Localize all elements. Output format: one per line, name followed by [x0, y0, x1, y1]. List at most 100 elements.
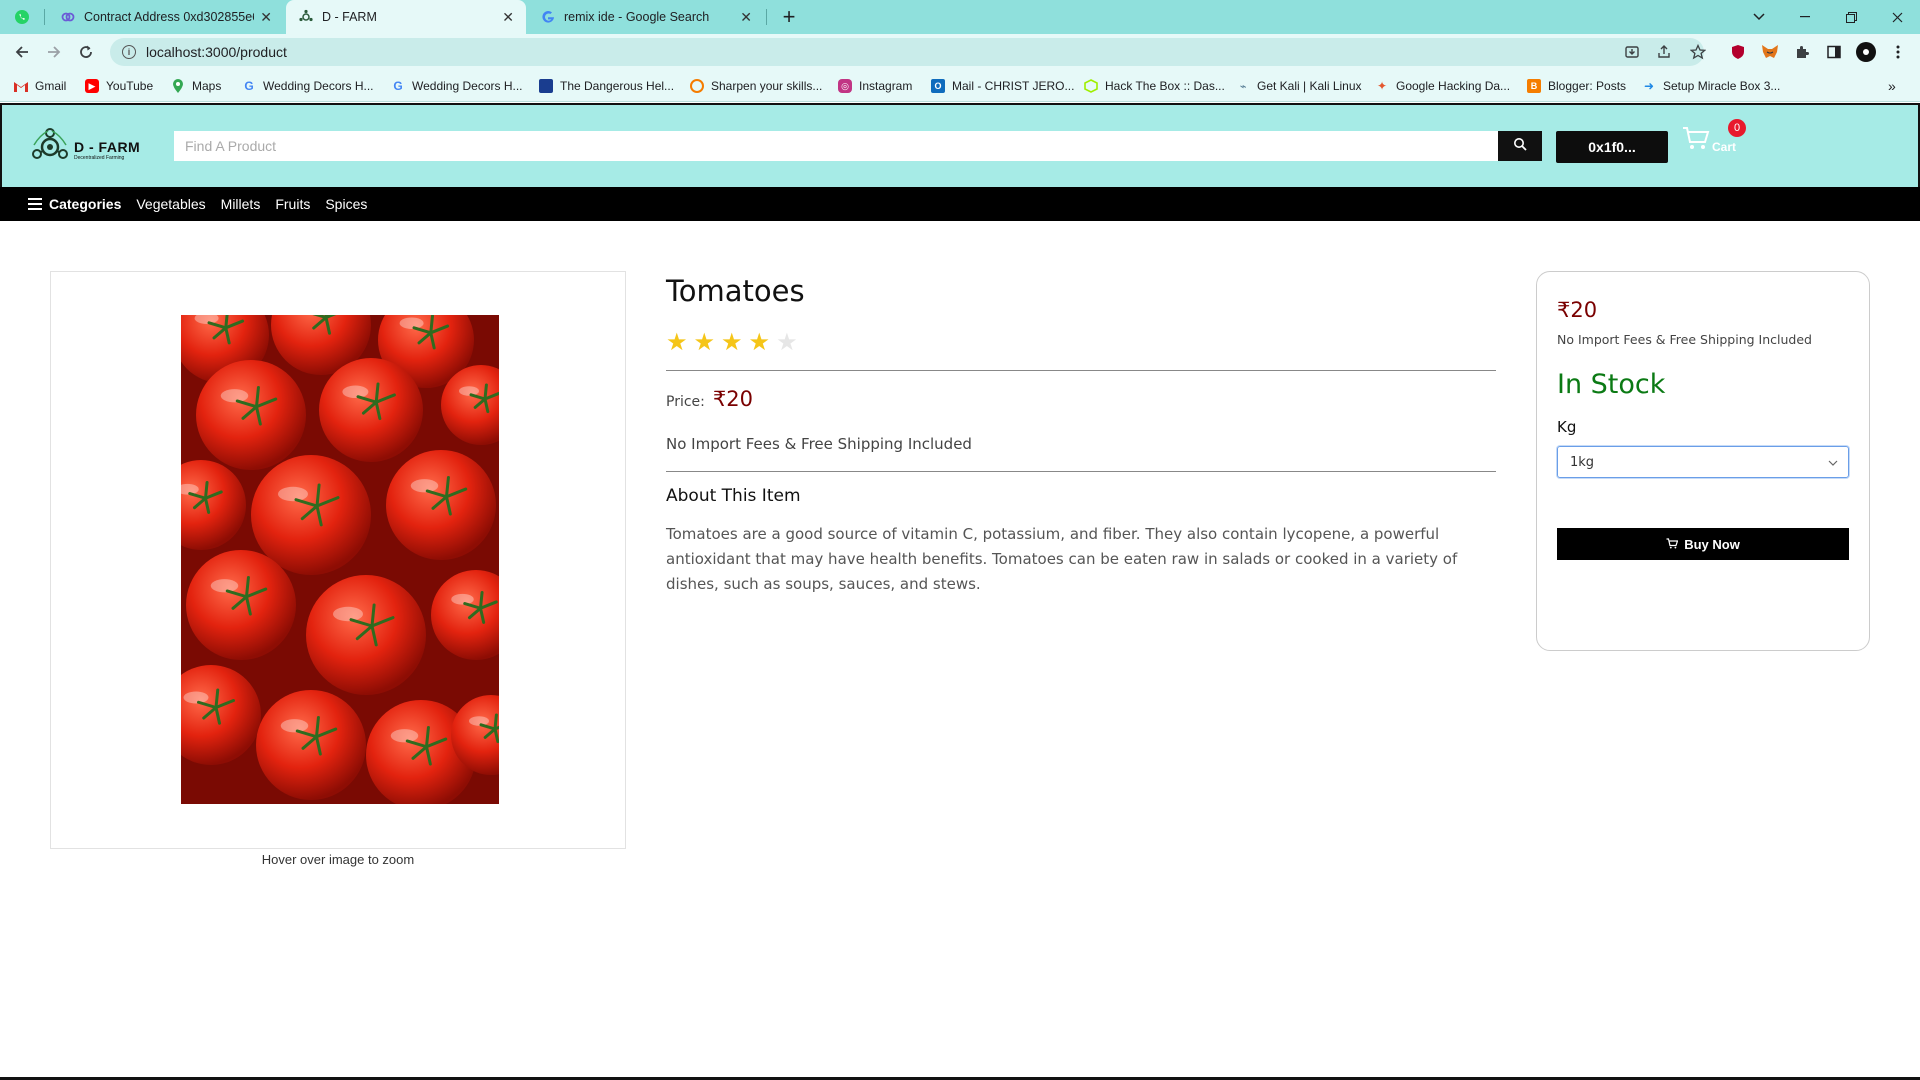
bookmark-dangerous-hel[interactable]: The Dangerous Hel... — [539, 77, 674, 95]
cart-count-badge: 0 — [1728, 119, 1746, 137]
restore-button[interactable] — [1828, 0, 1874, 34]
more-bookmarks-button[interactable]: » — [1888, 77, 1896, 95]
bookmark-instagram[interactable]: ◎ Instagram — [838, 77, 912, 95]
bookmark-mail-christ[interactable]: O Mail - CHRIST JERO... — [931, 77, 1074, 95]
back-button[interactable] — [10, 40, 34, 64]
rating-stars: ★ ★ ★ ★ ★ — [666, 330, 1496, 354]
product-image[interactable] — [181, 315, 499, 804]
price-label: Price: — [666, 394, 705, 410]
star-empty-icon: ★ — [776, 328, 798, 356]
bookmark-miracle-box[interactable]: ➜ Setup Miracle Box 3... — [1642, 77, 1780, 95]
farm-logo-icon — [30, 127, 70, 172]
tab-separator — [766, 9, 767, 25]
wallet-address-button[interactable]: 0x1f0... — [1556, 131, 1668, 163]
hackthebox-cube-icon — [1084, 79, 1098, 93]
buybox-shipping: No Import Fees & Free Shipping Included — [1557, 332, 1812, 347]
new-tab-button[interactable]: + — [776, 4, 802, 30]
bookmark-label: Google Hacking Da... — [1396, 79, 1511, 93]
bookmark-maps[interactable]: Maps — [171, 77, 221, 95]
bookmark-label: Instagram — [859, 79, 913, 93]
bookmark-google-hacking[interactable]: ✦ Google Hacking Da... — [1375, 77, 1510, 95]
cart-icon — [1666, 537, 1679, 552]
tab-d-farm[interactable]: D - FARM ✕ — [286, 0, 526, 34]
cart-button[interactable]: Cart 0 — [1682, 119, 1746, 156]
install-app-icon[interactable] — [1620, 40, 1644, 64]
site-logo[interactable]: D - FARM Decentralized Farming — [30, 127, 140, 172]
shield-extension-icon[interactable] — [1728, 42, 1748, 62]
kali-dragon-icon: ⌁ — [1239, 80, 1247, 93]
whatsapp-pinned-tab[interactable] — [14, 0, 34, 34]
extensions-puzzle-icon[interactable] — [1792, 42, 1812, 62]
instagram-icon: ◎ — [838, 79, 852, 93]
bookmark-star-icon[interactable] — [1686, 40, 1710, 64]
exploit-db-icon: ✦ — [1376, 79, 1388, 93]
price-row: Price: ₹20 — [666, 387, 1496, 411]
address-bar[interactable]: i localhost:3000/product — [110, 38, 1704, 66]
tab-search-chevron-icon[interactable] — [1736, 0, 1782, 34]
bookmark-youtube[interactable]: ▶ YouTube — [85, 77, 153, 95]
close-window-button[interactable] — [1874, 0, 1920, 34]
minimize-button[interactable] — [1782, 0, 1828, 34]
quantity-select[interactable]: 1kg — [1557, 446, 1849, 478]
bookmark-kali-linux[interactable]: ⌁ Get Kali | Kali Linux — [1236, 77, 1362, 95]
blogger-icon: B — [1527, 79, 1541, 93]
nav-vegetables[interactable]: Vegetables — [136, 196, 205, 212]
logo-text: D - FARM — [74, 138, 141, 155]
close-icon[interactable]: ✕ — [502, 9, 514, 26]
logo-subtitle: Decentralized Farming — [74, 154, 125, 161]
product-image-container — [50, 271, 626, 849]
search-button[interactable] — [1498, 131, 1542, 161]
bookmark-label: Wedding Decors H... — [263, 79, 374, 93]
nav-millets[interactable]: Millets — [221, 196, 261, 212]
bookmark-gmail[interactable]: Gmail — [14, 77, 66, 95]
buybox-price: ₹20 — [1557, 298, 1598, 322]
site-info-icon[interactable]: i — [122, 45, 136, 59]
categories-menu[interactable]: Categories — [49, 196, 121, 212]
buy-now-button[interactable]: Buy Now — [1557, 528, 1849, 560]
gmail-icon — [14, 79, 28, 93]
about-text: Tomatoes are a good source of vitamin C,… — [666, 525, 1458, 593]
bookmark-hack-the-box[interactable]: Hack The Box :: Das... — [1084, 77, 1225, 95]
star-filled-icon: ★ — [721, 328, 743, 356]
browser-menu-icon[interactable] — [1888, 42, 1908, 62]
price-value: ₹20 — [712, 387, 753, 411]
share-icon[interactable] — [1652, 40, 1676, 64]
category-nav: Categories Vegetables Millets Fruits Spi… — [0, 187, 1920, 221]
tab-title: Contract Address 0xd302855e64 — [84, 10, 255, 24]
bookmark-label: Wedding Decors H... — [412, 79, 523, 93]
star-filled-icon: ★ — [748, 328, 771, 356]
cart-label: Cart — [1712, 140, 1737, 154]
tab-title: remix ide - Google Search — [564, 10, 710, 24]
site-header: D - FARM Decentralized Farming 0x1f0... … — [0, 103, 1920, 187]
bookmark-label: Setup Miracle Box 3... — [1663, 79, 1781, 93]
bookmark-label: Get Kali | Kali Linux — [1257, 79, 1362, 93]
bookmark-wedding-decors-1[interactable]: G Wedding Decors H... — [242, 77, 374, 95]
bookmark-wedding-decors-2[interactable]: G Wedding Decors H... — [391, 77, 523, 95]
metamask-fox-icon[interactable] — [1760, 42, 1780, 62]
close-icon[interactable]: ✕ — [740, 9, 752, 26]
outlook-icon: O — [931, 79, 945, 93]
nav-spices[interactable]: Spices — [325, 196, 367, 212]
about-title: About This Item — [666, 486, 801, 506]
url-text: localhost:3000/product — [146, 44, 287, 60]
farm-logo-icon — [298, 9, 314, 25]
link-icon — [60, 9, 76, 25]
close-icon[interactable]: ✕ — [260, 9, 272, 26]
profile-avatar[interactable] — [1856, 42, 1876, 62]
miracle-box-icon: ➜ — [1643, 79, 1655, 93]
bookmark-label: Maps — [192, 79, 222, 93]
tab-contract-address[interactable]: Contract Address 0xd302855e64 ✕ — [48, 0, 284, 34]
bookmark-sharpen-skills[interactable]: Sharpen your skills... — [690, 77, 822, 95]
star-filled-icon: ★ — [666, 328, 688, 356]
browser-toolbar: i localhost:3000/product — [0, 34, 1920, 70]
nav-fruits[interactable]: Fruits — [275, 196, 310, 212]
bookmark-blogger[interactable]: B Blogger: Posts — [1527, 77, 1626, 95]
side-panel-icon[interactable] — [1824, 42, 1844, 62]
divider — [666, 471, 1496, 472]
forward-button[interactable] — [42, 40, 66, 64]
power-icon — [690, 79, 704, 93]
search-input[interactable] — [174, 131, 1498, 161]
reload-button[interactable] — [74, 40, 98, 64]
tab-google-search[interactable]: remix ide - Google Search ✕ — [528, 0, 764, 34]
hamburger-menu-icon[interactable] — [28, 198, 42, 210]
